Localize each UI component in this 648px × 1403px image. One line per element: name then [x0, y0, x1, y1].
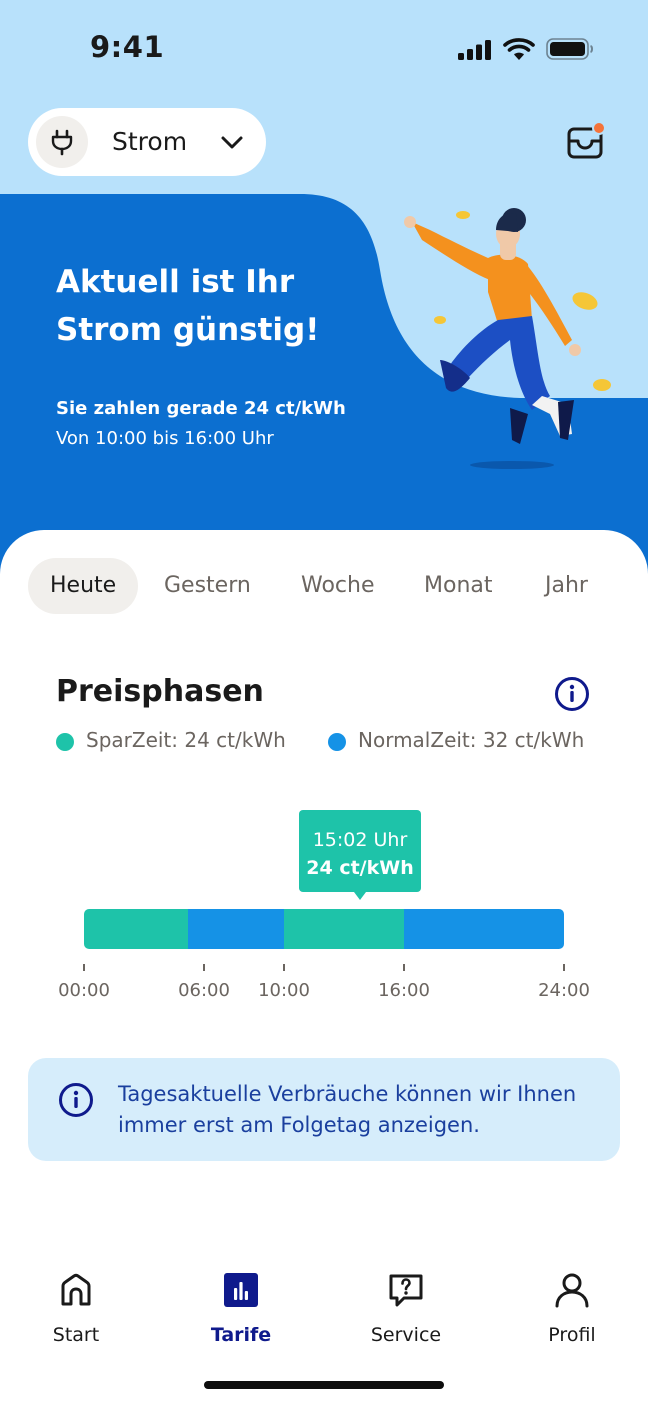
tooltip-time: 15:02 Uhr	[313, 829, 408, 851]
status-bar: 9:41	[0, 0, 648, 100]
service-chat-icon	[389, 1274, 423, 1307]
tick-label-3: 16:00	[378, 980, 430, 1001]
tooltip-pointer	[354, 892, 366, 900]
legend-dot-normalzeit	[328, 733, 346, 751]
cellular-signal-icon	[458, 40, 491, 60]
selector-label: Strom	[112, 127, 188, 156]
tab-woche[interactable]: Woche	[301, 558, 375, 614]
hero-title-line2: Strom günstig!	[56, 312, 320, 348]
nav-label-service: Service	[370, 1324, 442, 1346]
nav-start[interactable]: Start	[16, 1260, 136, 1360]
tariff-screen: 9:41 Strom Aktuell ist Ihr Strom günstig…	[0, 0, 648, 1403]
nav-label-start: Start	[52, 1324, 100, 1346]
nav-label-profil: Profil	[548, 1324, 596, 1346]
status-time: 9:41	[90, 30, 165, 64]
profile-icon	[555, 1273, 589, 1308]
notice-text: Tagesaktuelle Verbräuche können wir Ihne…	[118, 1082, 577, 1137]
phase-segment-sparzeit-2	[284, 909, 405, 949]
tick-label-1: 06:00	[178, 980, 230, 1001]
info-icon	[59, 1083, 93, 1117]
battery-icon	[546, 38, 593, 60]
hero-title: Aktuell ist Ihr Strom günstig!	[56, 258, 356, 354]
chevron-down-icon	[221, 136, 243, 149]
tab-gestern[interactable]: Gestern	[164, 558, 251, 614]
tooltip-price: 24 ct/kWh	[306, 857, 413, 879]
home-icon	[61, 1273, 91, 1306]
tab-heute[interactable]: Heute	[28, 558, 139, 614]
phase-bar	[84, 909, 564, 949]
tab-jahr[interactable]: Jahr	[545, 558, 588, 614]
wifi-icon	[503, 38, 535, 60]
home-indicator	[204, 1381, 444, 1389]
current-time-tooltip	[299, 810, 421, 892]
tab-monat[interactable]: Monat	[424, 558, 493, 614]
tick-label-2: 10:00	[258, 980, 310, 1001]
nav-tarife[interactable]: Tarife	[181, 1260, 301, 1360]
section-title: Preisphasen	[56, 674, 264, 709]
legend-label-sparzeit: SparZeit: 24 ct/kWh	[86, 728, 286, 752]
phase-segment-normalzeit-3	[404, 909, 564, 949]
legend-label-normalzeit: NormalZeit: 32 ct/kWh	[358, 728, 585, 752]
nav-profil[interactable]: Profil	[512, 1260, 632, 1360]
tick-label-0: 00:00	[58, 980, 110, 1001]
info-notice: Tagesaktuelle Verbräuche können wir Ihne…	[28, 1058, 620, 1161]
tariff-chart-icon	[224, 1273, 258, 1307]
phase-segment-normalzeit-1	[188, 909, 285, 949]
jumping-person-illustration	[404, 208, 611, 469]
period-tabs: Heute Gestern Woche Monat Jahr	[28, 558, 628, 614]
legend-dot-sparzeit	[56, 733, 74, 751]
info-icon[interactable]	[554, 676, 590, 712]
bottom-nav: Start Tarife Service Profil	[0, 1260, 648, 1360]
inbox-icon[interactable]	[564, 120, 608, 164]
phase-segment-sparzeit-0	[84, 909, 189, 949]
plug-icon	[36, 116, 88, 168]
nav-service[interactable]: Service	[346, 1260, 466, 1360]
price-phase-chart: 00:00 06:00 10:00 16:00 24:00 15:02 Uhr 24 ct/…	[58, 810, 590, 1001]
hero-time-line: Von 10:00 bis 16:00 Uhr	[56, 428, 274, 449]
hero-title-line1: Aktuell ist Ihr	[56, 264, 295, 300]
tick-label-4: 24:00	[538, 980, 590, 1001]
energy-type-selector[interactable]: Strom	[28, 108, 266, 176]
nav-label-tarife: Tarife	[210, 1324, 272, 1346]
hero-price-line: Sie zahlen gerade 24 ct/kWh	[56, 398, 346, 419]
